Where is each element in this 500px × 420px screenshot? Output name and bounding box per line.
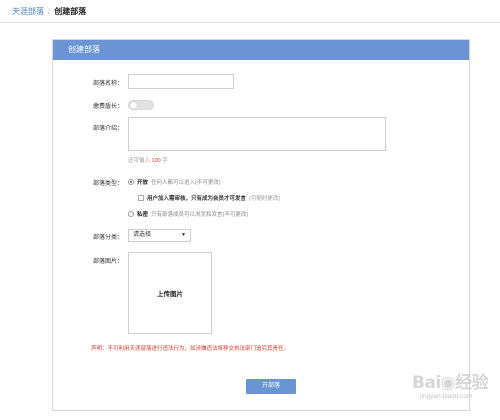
- intro-label: 部落介绍：: [93, 126, 124, 132]
- declaration-text: 声明：不可利用天涯部落进行违法行为，如涉嫌违法将移交执法部门追究其责任。: [91, 346, 290, 352]
- fee-label: 缴费盾长：: [93, 104, 124, 110]
- breadcrumb-separator: /: [48, 7, 51, 16]
- type-option-open[interactable]: 开放 任何人都可以进入(不可更改): [128, 178, 221, 186]
- intro-hint-count: 100: [151, 158, 161, 164]
- radio-open[interactable]: [128, 179, 134, 185]
- category-label: 部落分类：: [93, 235, 124, 241]
- type-label: 部落类型：: [93, 181, 124, 187]
- intro-textarea[interactable]: [128, 117, 386, 151]
- fee-toggle[interactable]: [128, 100, 154, 110]
- type-option-open-desc: 任何人都可以进入(不可更改): [151, 180, 221, 186]
- type-option-private[interactable]: 私密 只有部落成员可以浏览和发言(不可更改): [128, 210, 248, 218]
- upload-image-text: 上传图片: [157, 291, 183, 298]
- type-option-private-label: 私密: [137, 212, 149, 218]
- breadcrumb-home-link[interactable]: 天涯部落: [12, 6, 44, 17]
- radio-private[interactable]: [128, 211, 134, 217]
- intro-hint: 还可输入 100 字: [128, 156, 168, 164]
- category-select-value: 请选择: [133, 232, 152, 238]
- chevron-down-icon: ▼: [181, 232, 186, 238]
- create-tribe-panel: 创建部落 部落名称： 缴费盾长： 部落介绍： 还可输入 100 字 部落类型： …: [52, 39, 470, 411]
- breadcrumb-current: 创建部落: [54, 7, 87, 16]
- review-option-note: (可随时更改): [249, 196, 281, 202]
- submit-button[interactable]: 开部落: [246, 379, 296, 394]
- baidu-watermark-logo: Bai◉经验: [412, 373, 489, 393]
- intro-hint-prefix: 还可输入: [128, 158, 151, 164]
- intro-hint-suffix: 字: [162, 158, 168, 164]
- image-label: 部落图片：: [93, 259, 124, 265]
- review-checkbox[interactable]: [138, 195, 144, 201]
- toggle-knob: [130, 102, 137, 109]
- review-option[interactable]: 用户加入需审核，只有成为会员才可发言 (可随时更改): [138, 194, 280, 202]
- name-input[interactable]: [128, 74, 234, 89]
- type-option-open-label: 开放: [137, 180, 149, 186]
- upload-image-button[interactable]: 上传图片: [128, 252, 212, 334]
- category-select[interactable]: 请选择 ▼: [128, 229, 191, 242]
- name-label: 部落名称：: [93, 81, 124, 87]
- panel-title: 创建部落: [53, 40, 469, 60]
- type-option-private-desc: 只有部落成员可以浏览和发言(不可更改): [151, 212, 249, 218]
- page: 天涯部落 / 创建部落 创建部落 部落名称： 缴费盾长： 部落介绍： 还可输入 …: [0, 0, 500, 420]
- breadcrumb: 天涯部落 / 创建部落: [12, 6, 86, 17]
- review-option-text: 用户加入需审核，只有成为会员才可发言: [147, 196, 247, 202]
- top-divider: [0, 22, 500, 23]
- baidu-watermark-url: jingyan.baidu.com: [420, 393, 473, 400]
